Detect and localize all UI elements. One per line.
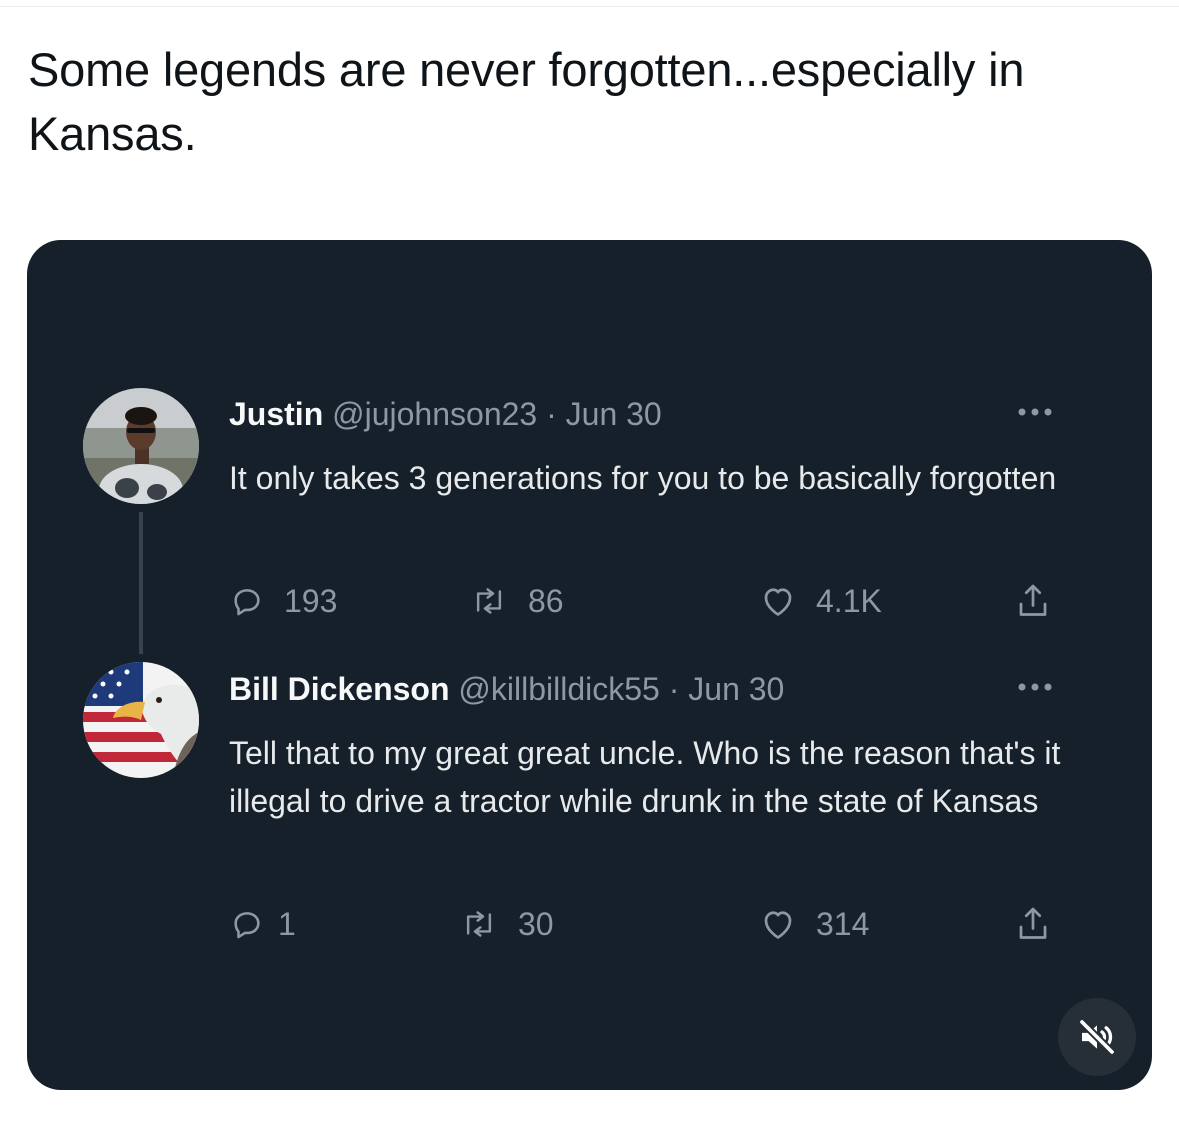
thread-connector-line [139, 512, 143, 654]
retweet-icon [476, 588, 502, 614]
avatar-justin[interactable] [83, 388, 199, 504]
share-icon [1019, 907, 1047, 939]
embedded-tweet-card[interactable]: Justin @jujohnson23 · Jun 30 It only tak… [27, 240, 1152, 1090]
tweet-1-header: Justin @jujohnson23 · Jun 30 [229, 394, 662, 434]
tweet-1-text: It only takes 3 generations for you to b… [229, 460, 1057, 496]
avatar-justin-image [83, 388, 199, 504]
avatar-bill-dickenson[interactable] [83, 662, 199, 778]
avatar-bill-eagle-flag-image [83, 662, 199, 778]
tweet-2-handle-date[interactable]: @killbilldick55 · Jun 30 [458, 671, 784, 707]
post-caption: Some legends are never forgotten...espec… [28, 43, 1025, 160]
tweet-2-retweet-button[interactable]: 30 [460, 902, 554, 946]
top-divider [0, 6, 1179, 7]
mute-toggle-button[interactable] [1058, 998, 1136, 1076]
tweet-2-retweet-count: 30 [518, 905, 554, 942]
tweet-2-header: Bill Dickenson @killbilldick55 · Jun 30 [229, 669, 784, 709]
heart-icon [764, 911, 792, 939]
tweet-2-more-dots-icon[interactable] [1017, 682, 1053, 692]
reply-icon [234, 589, 260, 616]
tweet-1-reply-count: 193 [284, 582, 338, 619]
muted-speaker-icon [1078, 1018, 1116, 1056]
tweet-1-reply-button[interactable]: 193 [230, 579, 337, 623]
tweet-1-share-button[interactable] [1015, 579, 1051, 623]
tweet-1-like-count: 4.1K [816, 582, 882, 619]
share-icon [1019, 584, 1047, 616]
tweet-1-like-button[interactable]: 4.1K [760, 579, 882, 623]
tweet-1-retweet-count: 86 [528, 582, 564, 619]
tweet-2-like-count: 314 [816, 905, 870, 942]
tweet-1-retweet-button[interactable]: 86 [470, 579, 564, 623]
tweet-2-author-name[interactable]: Bill Dickenson [229, 671, 450, 707]
tweet-1-handle-date[interactable]: @jujohnson23 · Jun 30 [332, 396, 662, 432]
heart-icon [764, 588, 792, 616]
tweet-2-share-button[interactable] [1015, 902, 1051, 946]
reply-icon [234, 912, 260, 939]
tweet-1-author-name[interactable]: Justin [229, 396, 323, 432]
retweet-icon [466, 911, 492, 937]
tweet-1-more-dots-icon[interactable] [1017, 407, 1053, 417]
tweet-2-reply-button[interactable]: 1 [230, 902, 296, 946]
tweet-2-reply-count: 1 [278, 905, 296, 942]
tweet-2-like-button[interactable]: 314 [760, 902, 869, 946]
tweet-2-text: Tell that to my great great uncle. Who i… [229, 735, 1061, 819]
